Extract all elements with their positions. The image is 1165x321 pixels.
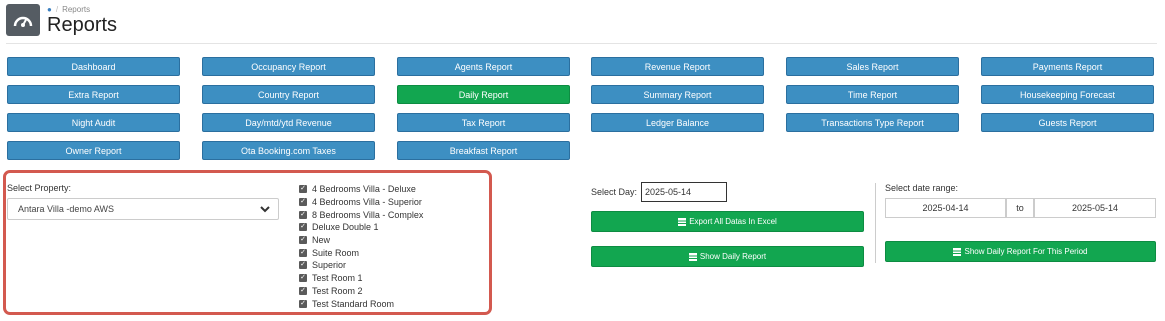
room-checkbox-label: Superior [312,260,347,271]
report-button-revenue-report[interactable]: Revenue Report [591,57,764,76]
room-checkbox-label: 8 Bedrooms Villa - Complex [312,209,424,220]
room-checkbox-label: 4 Bedrooms Villa - Deluxe [312,184,416,195]
report-button-extra-report[interactable]: Extra Report [7,85,180,104]
room-checkbox-label: New [312,235,331,246]
show-period-report-button[interactable]: Show Daily Report For This Period [885,241,1156,262]
select-property-label: Select Property: [7,183,72,193]
room-checkbox-item[interactable]: ✓ 8 Bedrooms Villa - Complex [299,208,423,221]
room-checkbox-label: 4 Bedrooms Villa - Superior [312,197,422,208]
report-button-tax-report[interactable]: Tax Report [397,113,570,132]
section-divider [875,183,876,263]
report-button-time-report[interactable]: Time Report [786,85,959,104]
report-button-night-audit[interactable]: Night Audit [7,113,180,132]
table-icon [678,217,687,226]
room-checkbox-label: Test Room 2 [312,285,363,296]
report-button-agents-report[interactable]: Agents Report [397,57,570,76]
date-range-to-label: to [1006,198,1034,218]
reports-dashboard-icon [6,4,40,36]
room-checkbox-label: Suite Room [312,247,360,258]
report-button-dashboard[interactable]: Dashboard [7,57,180,76]
report-button-housekeeping-forecast[interactable]: Housekeeping Forecast [981,85,1154,104]
checkbox-checked-icon[interactable]: ✓ [299,274,307,283]
export-excel-button[interactable]: Export All Datas In Excel [591,211,864,232]
room-checkbox-item[interactable]: ✓ 4 Bedrooms Villa - Superior [299,196,423,209]
report-button-breakfast-report[interactable]: Breakfast Report [397,141,570,160]
checkbox-checked-icon[interactable]: ✓ [299,299,307,308]
property-select[interactable]: Antara Villa -demo AWS [7,198,279,220]
checkbox-checked-icon[interactable]: ✓ [299,223,307,232]
home-icon[interactable]: ● [47,5,52,14]
checkbox-checked-icon[interactable]: ✓ [299,286,307,295]
room-checkbox-label: Test Room 1 [312,273,363,284]
checkbox-checked-icon[interactable]: ✓ [299,210,307,219]
breadcrumb: ● / Reports [47,5,91,14]
room-checkbox-item[interactable]: ✓ Deluxe Double 1 [299,221,423,234]
report-button-day-mtd-ytd-revenue[interactable]: Day/mtd/ytd Revenue [202,113,375,132]
room-checkbox-label: Test Standard Room [312,298,395,309]
checkbox-checked-icon[interactable]: ✓ [299,185,307,194]
report-button-country-report[interactable]: Country Report [202,85,375,104]
table-icon [953,247,962,256]
report-button-ledger-balance[interactable]: Ledger Balance [591,113,764,132]
report-button-occupancy-report[interactable]: Occupancy Report [202,57,375,76]
report-button-summary-report[interactable]: Summary Report [591,85,764,104]
room-checkbox-list: ✓ 4 Bedrooms Villa - Deluxe ✓ 4 Bedrooms Vi… [299,183,423,310]
table-icon [688,252,697,261]
date-to-input[interactable]: 2025-05-14 [1034,198,1156,218]
report-button-owner-report[interactable]: Owner Report [7,141,180,160]
day-input[interactable]: 2025-05-14 [641,182,727,202]
select-day-label: Select Day: [591,187,638,197]
show-period-report-label: Show Daily Report For This Period [964,247,1088,256]
page-title: Reports [47,14,118,36]
report-button-payments-report[interactable]: Payments Report [981,57,1154,76]
room-checkbox-item[interactable]: ✓ Test Room 2 [299,285,423,298]
report-button-daily-report[interactable]: Daily Report [397,85,570,104]
show-daily-report-button[interactable]: Show Daily Report [591,246,864,267]
room-checkbox-item[interactable]: ✓ New [299,234,423,247]
select-date-range-label: Select date range: [885,183,959,193]
checkbox-checked-icon[interactable]: ✓ [299,236,307,245]
show-daily-report-label: Show Daily Report [699,252,767,261]
room-checkbox-item[interactable]: ✓ Test Room 1 [299,272,423,285]
breadcrumb-current: Reports [62,5,91,14]
room-checkbox-label: Deluxe Double 1 [312,222,379,233]
room-checkbox-item[interactable]: ✓ Suite Room [299,246,423,259]
checkbox-checked-icon[interactable]: ✓ [299,248,307,257]
export-excel-label: Export All Datas In Excel [689,217,777,226]
room-checkbox-item[interactable]: ✓ Test Standard Room [299,297,423,310]
chevron-down-icon [260,206,270,213]
property-select-value: Antara Villa -demo AWS [18,204,115,214]
room-checkbox-item[interactable]: ✓ Superior [299,259,423,272]
room-checkbox-item[interactable]: ✓ 4 Bedrooms Villa - Deluxe [299,183,423,196]
header-divider [6,43,1157,44]
checkbox-checked-icon[interactable]: ✓ [299,261,307,270]
checkbox-checked-icon[interactable]: ✓ [299,198,307,207]
date-from-input[interactable]: 2025-04-14 [885,198,1006,218]
report-button-ota-booking-com-taxes[interactable]: Ota Booking.com Taxes [202,141,375,160]
report-button-guests-report[interactable]: Guests Report [981,113,1154,132]
report-button-transactions-type-report[interactable]: Transactions Type Report [786,113,959,132]
report-button-sales-report[interactable]: Sales Report [786,57,959,76]
